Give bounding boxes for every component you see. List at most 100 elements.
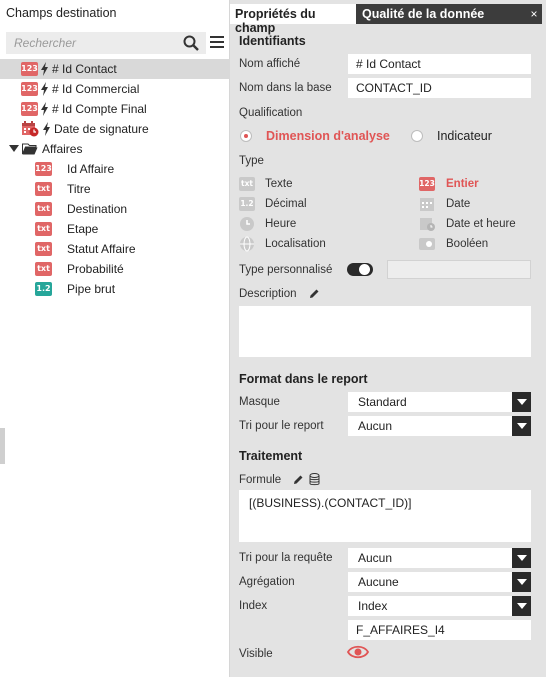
database-icon[interactable]: [309, 473, 320, 486]
text-type-icon: txt: [35, 242, 52, 256]
lightning-icon: [41, 82, 48, 96]
aggregation-select[interactable]: Aucune: [348, 572, 531, 592]
decimal-type-icon[interactable]: 1.2: [239, 197, 255, 211]
pencil-icon[interactable]: [293, 474, 304, 485]
search-box[interactable]: Rechercher: [6, 32, 206, 54]
text-type-icon: txt: [35, 182, 52, 196]
type-texte[interactable]: Texte: [265, 178, 293, 190]
collapse-caret-icon[interactable]: [9, 145, 19, 152]
close-icon[interactable]: ×: [526, 4, 542, 24]
chevron-down-icon[interactable]: [512, 548, 531, 568]
mask-select[interactable]: Standard: [348, 392, 531, 412]
tree-folder-affaires[interactable]: Affaires: [0, 139, 230, 159]
aggregation-label: Agrégation: [239, 576, 295, 588]
eye-icon[interactable]: [347, 644, 369, 660]
boolean-toggle-icon[interactable]: [419, 237, 435, 251]
chevron-down-icon[interactable]: [512, 416, 531, 436]
pencil-icon[interactable]: [309, 288, 320, 299]
type-date[interactable]: Date: [446, 198, 470, 210]
lightning-icon: [43, 122, 50, 136]
tree-item-label: Destination: [67, 202, 128, 216]
mask-label: Masque: [239, 396, 280, 408]
indicateur-radio-label[interactable]: Indicateur: [437, 129, 492, 143]
report-sort-label: Tri pour le report: [239, 420, 324, 432]
lightning-icon: [41, 102, 48, 116]
tree-item-label: # Id Compte Final: [52, 102, 147, 116]
tree-item-id-affaire[interactable]: 123 Id Affaire: [0, 159, 230, 179]
panel-resize-handle[interactable]: [0, 428, 5, 464]
field-properties-panel: Propriétés du champ Qualité de la donnée…: [230, 0, 546, 677]
index-label: Index: [239, 600, 268, 612]
type-localisation[interactable]: Localisation: [265, 238, 326, 250]
lightning-icon: [41, 62, 48, 76]
tree-item-date-signature[interactable]: Date de signature: [0, 119, 230, 139]
tree-item-label: Probabilité: [67, 262, 124, 276]
formula-label: Formule: [239, 474, 282, 486]
fields-tree: 123 # Id Contact 123 # Id Commercial 123…: [0, 59, 230, 299]
index-select[interactable]: Index: [348, 596, 531, 616]
hamburger-menu-icon[interactable]: [210, 36, 224, 50]
custom-type-toggle[interactable]: [347, 263, 373, 276]
display-name-field[interactable]: # Id Contact: [348, 54, 531, 74]
search-input[interactable]: Rechercher: [14, 36, 76, 50]
integer-type-icon: 123: [35, 162, 52, 176]
type-entier[interactable]: Entier: [446, 178, 479, 190]
type-decimal[interactable]: Décimal: [265, 198, 307, 210]
tree-folder-label: Affaires: [42, 142, 83, 156]
tab-field-properties[interactable]: Propriétés du champ: [230, 4, 356, 35]
tree-item-probabilite[interactable]: txt Probabilité: [0, 259, 230, 279]
type-date-heure[interactable]: Date et heure: [446, 218, 516, 230]
dimension-radio-label[interactable]: Dimension d'analyse: [266, 129, 390, 143]
integer-type-icon[interactable]: 123: [419, 177, 435, 191]
calendar-clock-icon[interactable]: [419, 216, 435, 232]
query-sort-label: Tri pour la requête: [239, 552, 333, 564]
type-heure[interactable]: Heure: [265, 218, 296, 230]
mask-select-value: Standard: [358, 395, 407, 409]
indicateur-radio[interactable]: [411, 130, 423, 142]
search-icon[interactable]: [182, 34, 200, 52]
type-booleen[interactable]: Booléen: [446, 238, 488, 250]
tree-item-id-contact[interactable]: 123 # Id Contact: [0, 59, 230, 79]
chevron-down-icon[interactable]: [512, 596, 531, 616]
tree-item-id-commercial[interactable]: 123 # Id Commercial: [0, 79, 230, 99]
globe-icon[interactable]: [239, 236, 255, 252]
type-label: Type: [239, 155, 264, 167]
index-value: Index: [358, 599, 388, 613]
query-sort-select[interactable]: Aucun: [348, 548, 531, 568]
tree-item-id-compte-final[interactable]: 123 # Id Compte Final: [0, 99, 230, 119]
dimension-radio[interactable]: [240, 130, 252, 142]
formula-text: [(BUSINESS).(CONTACT_ID)]: [249, 496, 412, 510]
formula-editor[interactable]: [(BUSINESS).(CONTACT_ID)]: [239, 490, 531, 542]
section-traitement: Traitement: [239, 449, 303, 463]
tree-item-label: Pipe brut: [67, 282, 116, 296]
section-identifiants: Identifiants: [239, 34, 306, 48]
index-name-field[interactable]: F_AFFAIRES_I4: [348, 620, 531, 640]
tree-item-label: Titre: [67, 182, 91, 196]
db-name-field[interactable]: CONTACT_ID: [348, 78, 531, 98]
tree-item-pipe-brut[interactable]: 1.2 Pipe brut: [0, 279, 230, 299]
calendar-icon[interactable]: [419, 196, 435, 212]
db-name-label: Nom dans la base: [239, 82, 332, 94]
text-type-icon: txt: [35, 202, 52, 216]
clock-icon[interactable]: [239, 216, 255, 232]
folder-open-icon: [22, 143, 38, 155]
display-name-label: Nom affiché: [239, 58, 301, 70]
visible-label: Visible: [239, 648, 273, 660]
text-type-icon[interactable]: txt: [239, 177, 255, 191]
description-textarea[interactable]: [239, 306, 531, 357]
chevron-down-icon[interactable]: [512, 392, 531, 412]
tree-item-statut-affaire[interactable]: txt Statut Affaire: [0, 239, 230, 259]
tab-data-quality[interactable]: Qualité de la donnée: [356, 4, 526, 24]
custom-type-field[interactable]: [387, 260, 531, 279]
chevron-down-icon[interactable]: [512, 572, 531, 592]
description-label: Description: [239, 288, 297, 300]
tree-item-titre[interactable]: txt Titre: [0, 179, 230, 199]
qualification-label: Qualification: [239, 107, 303, 119]
integer-type-icon: 123: [21, 82, 38, 96]
report-sort-select[interactable]: Aucun: [348, 416, 531, 436]
tree-item-destination[interactable]: txt Destination: [0, 199, 230, 219]
tree-item-etape[interactable]: txt Etape: [0, 219, 230, 239]
app-window: Champs destination Rechercher 123 # Id C…: [0, 0, 546, 677]
section-format: Format dans le report: [239, 372, 368, 386]
destination-fields-panel: Champs destination Rechercher 123 # Id C…: [0, 0, 230, 677]
